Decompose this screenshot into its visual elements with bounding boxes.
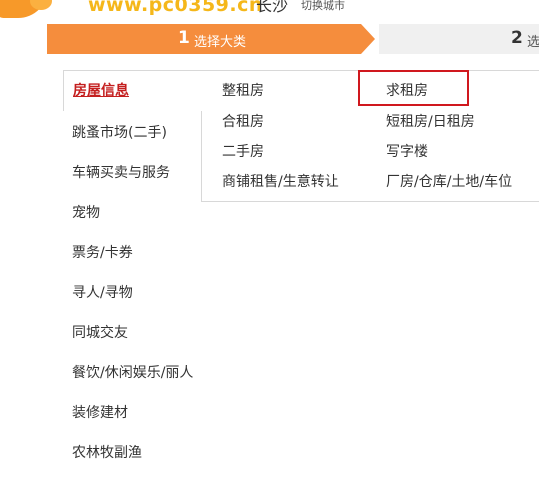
step-2-number: 2 — [511, 28, 523, 48]
step-2-label: 选 — [527, 35, 539, 50]
category-item-tickets[interactable]: 票务/卡券 — [72, 242, 133, 262]
category-item-pets[interactable]: 宠物 — [72, 202, 100, 222]
subcategory-whole-rent[interactable]: 整租房 — [222, 80, 264, 100]
current-city: 长沙 — [256, 0, 289, 15]
category-item-agriculture[interactable]: 农林牧副渔 — [72, 442, 142, 462]
step-arrow — [361, 24, 375, 54]
switch-city-link[interactable]: 切换城市 — [301, 0, 345, 13]
step-progress-bar: 1 选择大类 2 选 — [47, 24, 539, 54]
category-item-housing[interactable]: 房屋信息 — [73, 80, 129, 100]
step-1-label: 选择大类 — [194, 35, 247, 50]
category-item-building-materials[interactable]: 装修建材 — [72, 402, 128, 422]
subcategory-second-hand-house[interactable]: 二手房 — [222, 141, 264, 161]
category-item-flea-market[interactable]: 跳蚤市场(二手) — [72, 122, 167, 142]
subcategory-shared-rent[interactable]: 合租房 — [222, 111, 264, 131]
category-item-lost-found[interactable]: 寻人/寻物 — [72, 282, 133, 302]
step-1-active: 1 选择大类 — [47, 24, 361, 54]
category-item-dating[interactable]: 同城交友 — [72, 322, 128, 342]
highlight-annotation-box — [358, 70, 469, 106]
category-item-vehicles[interactable]: 车辆买卖与服务 — [72, 162, 170, 182]
step-2-pending: 2 选 — [379, 24, 539, 54]
category-item-dining-leisure[interactable]: 餐饮/休闲娱乐/丽人 — [72, 362, 193, 382]
tab-connector — [200, 71, 203, 110]
watermark-text: www.pc0359.cn — [88, 0, 263, 16]
site-header: www.pc0359.cn 长沙 切换城市 — [0, 0, 539, 22]
subcategory-office[interactable]: 写字楼 — [386, 141, 428, 161]
step-1-number: 1 — [178, 28, 190, 48]
subcategory-factory-warehouse[interactable]: 厂房/仓库/土地/车位 — [386, 171, 512, 191]
subcategory-shop-transfer[interactable]: 商铺租售/生意转让 — [222, 171, 339, 191]
subcategory-short-rent[interactable]: 短租房/日租房 — [386, 111, 475, 131]
